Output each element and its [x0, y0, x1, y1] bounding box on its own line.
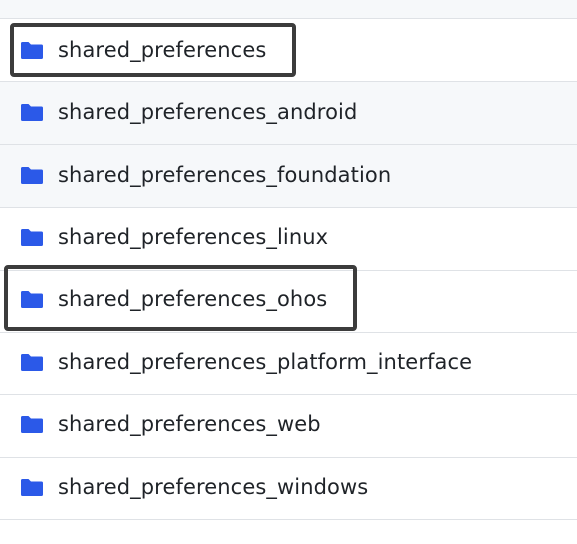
folder-icon [21, 291, 43, 308]
folder-row-shared-preferences-windows[interactable]: shared_preferences_windows [0, 457, 577, 520]
folder-row-shared-preferences[interactable]: shared_preferences [0, 19, 577, 82]
folder-icon [21, 416, 43, 433]
folder-row-shared-preferences-android[interactable]: shared_preferences_android [0, 82, 577, 145]
folder-icon [21, 167, 43, 184]
folder-name: shared_preferences [58, 38, 267, 62]
folder-name: shared_preferences_ohos [58, 287, 328, 311]
folder-name: shared_preferences_android [58, 100, 358, 124]
folder-row-shared-preferences-web[interactable]: shared_preferences_web [0, 395, 577, 458]
folder-row-shared-preferences-ohos[interactable]: shared_preferences_ohos [0, 270, 577, 333]
folder-name: shared_preferences_linux [58, 225, 329, 249]
folder-name: shared_preferences_web [58, 412, 321, 436]
folder-icon [21, 354, 43, 371]
folder-name: shared_preferences_foundation [58, 163, 392, 187]
file-list: shared_preferences shared_preferences_an… [0, 0, 577, 544]
folder-row-shared-preferences-foundation[interactable]: shared_preferences_foundation [0, 145, 577, 208]
folder-row-shared-preferences-platform-interface[interactable]: shared_preferences_platform_interface [0, 332, 577, 395]
folder-row-shared-preferences-linux[interactable]: shared_preferences_linux [0, 208, 577, 271]
folder-icon [21, 479, 43, 496]
folder-name: shared_preferences_platform_interface [58, 350, 473, 374]
list-top-edge [0, 0, 577, 19]
folder-icon [21, 104, 43, 121]
folder-name: shared_preferences_windows [58, 475, 369, 499]
folder-icon [21, 229, 43, 246]
folder-icon [21, 42, 43, 59]
